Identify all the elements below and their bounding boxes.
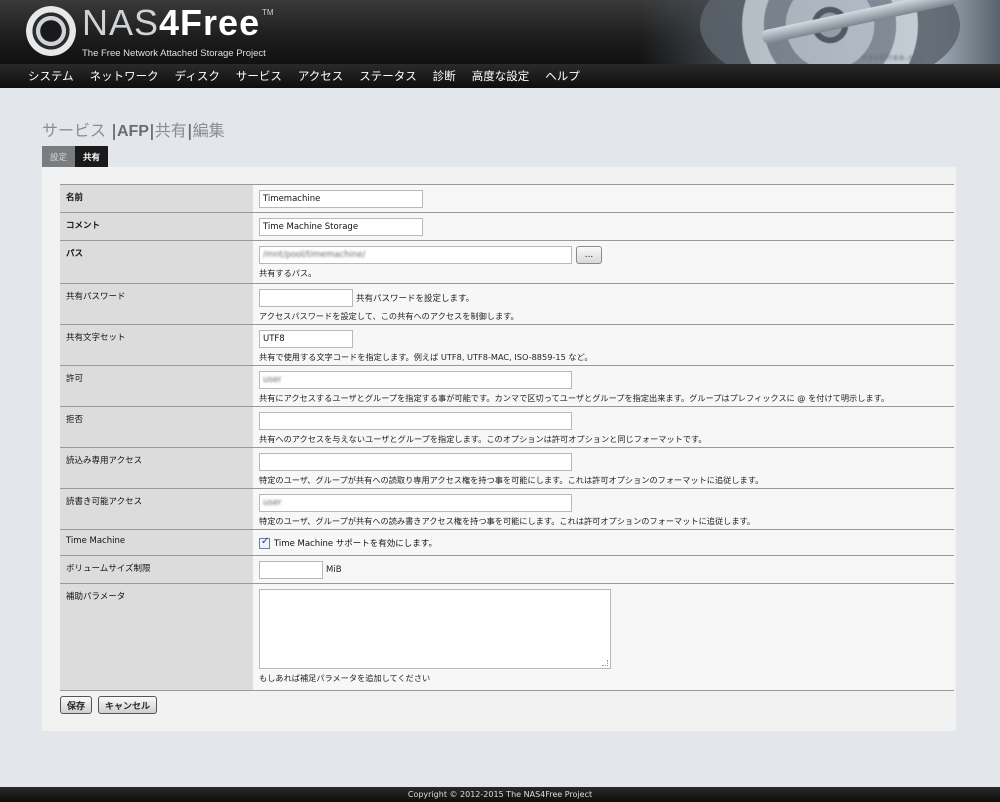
timemachine-description: Time Machine サポートを有効にします。 bbox=[274, 539, 437, 549]
path-field[interactable]: /mnt/pool/timemachine/ bbox=[259, 246, 572, 264]
volume-limit-unit: MiB bbox=[326, 565, 342, 575]
row-readwrite: 読書き可能アクセス user 特定のユーザ、グループが共有への読み書きアクセス権… bbox=[60, 489, 954, 530]
name-label: 名前 bbox=[60, 185, 253, 212]
logo-text: NAS4Free bbox=[82, 2, 261, 43]
row-name: 名前 Timemachine bbox=[60, 185, 954, 213]
row-volume-limit: ボリュームサイズ制限 MiB bbox=[60, 556, 954, 584]
footer-copyright: Copyright © 2012-2015 The NAS4Free Proje… bbox=[0, 787, 1000, 802]
charset-field[interactable]: UTF8 bbox=[259, 330, 353, 348]
row-comment: コメント Time Machine Storage bbox=[60, 213, 954, 241]
password-label: 共有パスワード bbox=[60, 284, 253, 324]
nav-network[interactable]: ネットワーク bbox=[82, 68, 167, 84]
logo-trademark: TM bbox=[262, 8, 274, 17]
nav-status[interactable]: ステータス bbox=[351, 68, 425, 84]
save-button[interactable]: 保存 bbox=[60, 696, 93, 714]
cancel-button[interactable]: キャンセル bbox=[98, 696, 158, 714]
nav-access[interactable]: アクセス bbox=[290, 68, 351, 84]
readonly-field[interactable] bbox=[259, 453, 572, 471]
readonly-label: 読込み専用アクセス bbox=[60, 448, 253, 488]
nav-system[interactable]: システム bbox=[20, 68, 82, 84]
volume-limit-label: ボリュームサイズ制限 bbox=[60, 556, 253, 583]
nav-disks[interactable]: ディスク bbox=[167, 68, 228, 84]
name-field[interactable]: Timemachine bbox=[259, 190, 423, 208]
browse-button[interactable]: ... bbox=[576, 246, 602, 264]
nav-advanced[interactable]: 高度な設定 bbox=[464, 68, 538, 84]
nav-help[interactable]: ヘルプ bbox=[537, 68, 588, 84]
tab-shares[interactable]: 共有 bbox=[75, 146, 109, 167]
nav-diagnostics[interactable]: 診断 bbox=[425, 68, 464, 84]
tab-settings[interactable]: 設定 bbox=[42, 146, 76, 167]
breadcrumb-edit: 編集 bbox=[192, 121, 225, 140]
aux-params-label: 補助パラメータ bbox=[60, 584, 253, 690]
share-form: 名前 Timemachine コメント Time Machine Storage… bbox=[60, 184, 954, 691]
breadcrumb-services[interactable]: サービス bbox=[42, 121, 106, 140]
timemachine-checkbox[interactable] bbox=[259, 536, 270, 549]
form-actions: 保存 キャンセル bbox=[60, 696, 158, 714]
row-readonly: 読込み専用アクセス 特定のユーザ、グループが共有への読取り専用アクセス権を持つ事… bbox=[60, 448, 954, 489]
readwrite-label: 読書き可能アクセス bbox=[60, 489, 253, 529]
breadcrumb-shares[interactable]: 共有 bbox=[155, 121, 187, 140]
row-timemachine: Time Machine Time Machine サポートを有効にします。 bbox=[60, 530, 954, 556]
aux-params-textarea[interactable] bbox=[259, 589, 611, 669]
password-description: アクセスパスワードを設定して、この共有へのアクセスを制御します。 bbox=[259, 311, 519, 321]
allow-label: 許可 bbox=[60, 366, 253, 406]
row-allow: 許可 user 共有にアクセスするユーザとグループを指定する事が可能です。カンマ… bbox=[60, 366, 954, 407]
comment-label: コメント bbox=[60, 213, 253, 240]
allow-field[interactable]: user bbox=[259, 371, 572, 389]
comment-field[interactable]: Time Machine Storage bbox=[259, 218, 423, 236]
logo-subtitle: The Free Network Attached Storage Projec… bbox=[82, 48, 266, 59]
row-path: パス /mnt/pool/timemachine/... 共有するパス。 bbox=[60, 241, 954, 284]
deny-field[interactable] bbox=[259, 412, 572, 430]
allow-description: 共有にアクセスするユーザとグループを指定する事が可能です。カンマで区切ってユーザ… bbox=[259, 393, 890, 403]
readwrite-field[interactable]: user bbox=[259, 494, 572, 512]
row-password: 共有パスワード 共有パスワードを設定します。 アクセスパスワードを設定して、この… bbox=[60, 284, 954, 325]
nav-services[interactable]: サービス bbox=[228, 68, 290, 84]
charset-description: 共有で使用する文字コードを指定します。例えば UTF8, UTF8-MAC, I… bbox=[259, 352, 593, 362]
volume-limit-field[interactable] bbox=[259, 561, 323, 579]
page-title: サービス |AFP|共有|編集 bbox=[42, 121, 225, 140]
logo-icon bbox=[26, 6, 76, 56]
path-label: パス bbox=[60, 241, 253, 283]
readonly-description: 特定のユーザ、グループが共有への読取り専用アクセス権を持つ事を可能にします。これ… bbox=[259, 475, 764, 485]
password-field[interactable] bbox=[259, 289, 353, 307]
deny-description: 共有へのアクセスを与えないユーザとグループを指定します。このオプションは許可オプ… bbox=[259, 434, 707, 444]
timemachine-label: Time Machine bbox=[60, 530, 253, 555]
breadcrumb-afp[interactable]: AFP bbox=[117, 123, 149, 140]
row-aux-params: 補助パラメータ もしあれば補足パラメータを追加してください bbox=[60, 584, 954, 691]
aux-params-description: もしあれば補足パラメータを追加してください bbox=[259, 673, 431, 683]
content-panel: 名前 Timemachine コメント Time Machine Storage… bbox=[42, 167, 956, 731]
charset-label: 共有文字セット bbox=[60, 325, 253, 365]
tab-bar: 設定 共有 bbox=[42, 146, 109, 167]
main-nav: システム ネットワーク ディスク サービス アクセス ステータス 診断 高度な設定 ヘルプ bbox=[0, 64, 1000, 88]
path-description: 共有するパス。 bbox=[259, 268, 317, 278]
header-banner: NAS4Free TM The Free Network Attached St… bbox=[0, 0, 1000, 64]
password-inline-text: 共有パスワードを設定します。 bbox=[356, 294, 475, 304]
row-deny: 拒否 共有へのアクセスを与えないユーザとグループを指定します。このオプションは許… bbox=[60, 407, 954, 448]
deny-label: 拒否 bbox=[60, 407, 253, 447]
header-url: nas4free.org bbox=[862, 53, 925, 62]
row-charset: 共有文字セット UTF8 共有で使用する文字コードを指定します。例えば UTF8… bbox=[60, 325, 954, 366]
readwrite-description: 特定のユーザ、グループが共有への読み書きアクセス権を持つ事を可能にします。これは… bbox=[259, 516, 756, 526]
